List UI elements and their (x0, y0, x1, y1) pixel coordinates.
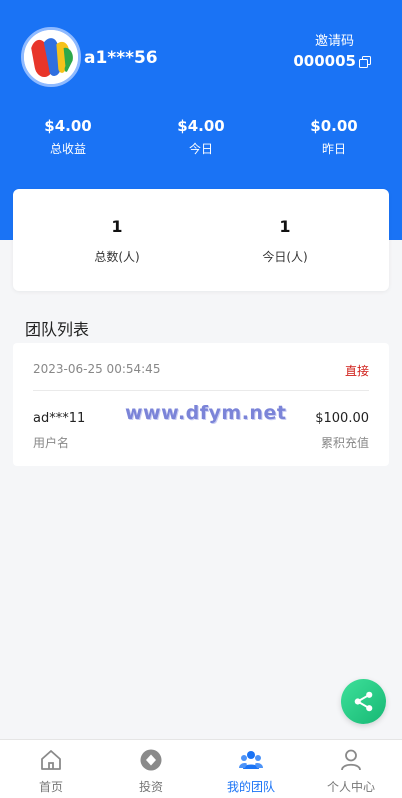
invite-code: 000005 (293, 52, 356, 70)
tab-invest-label: 投资 (138, 780, 163, 794)
team-total-value: 1 (111, 217, 123, 236)
username: a1***56 (84, 48, 158, 68)
share-icon (354, 691, 373, 712)
team-icon (239, 748, 263, 772)
today-earnings-label: 今日 (188, 142, 213, 156)
member-username: ad***11 (33, 411, 86, 426)
total-earnings-label: 总收益 (49, 142, 86, 156)
copy-icon[interactable] (359, 56, 371, 68)
tab-home-label: 首页 (38, 780, 63, 794)
share-button[interactable] (341, 679, 386, 724)
total-earnings-value: $4.00 (44, 117, 92, 135)
team-today-stat: 1 今日(人) (215, 217, 355, 265)
avatar[interactable] (21, 27, 81, 87)
tab-invest[interactable]: 投资 (101, 740, 201, 798)
divider (33, 390, 369, 391)
team-count-card: 1 总数(人) 1 今日(人) (13, 189, 389, 291)
today-earnings-stat: $4.00 今日 (151, 117, 251, 157)
tab-profile[interactable]: 个人中心 (301, 740, 401, 798)
tab-my-team[interactable]: 我的团队 (201, 740, 301, 798)
member-join-time: 2023-06-25 00:54:45 (33, 362, 161, 376)
invest-icon (139, 748, 163, 772)
watermark: www.dfym.net (125, 402, 287, 424)
bottom-tab-bar: 首页 投资 我的团队 个人中心 (0, 739, 402, 798)
yesterday-earnings-stat: $0.00 昨日 (284, 117, 384, 157)
tab-my-team-label: 我的团队 (226, 780, 275, 794)
member-username-label: 用户名 (33, 436, 70, 450)
team-total-label: 总数(人) (94, 250, 140, 264)
today-earnings-value: $4.00 (177, 117, 225, 135)
invite-code-label: 邀请码 (314, 34, 354, 49)
home-icon (39, 748, 63, 772)
yesterday-earnings-label: 昨日 (321, 142, 346, 156)
tab-profile-label: 个人中心 (326, 780, 375, 794)
member-type-badge: 直接 (344, 364, 369, 378)
team-list-title: 团队列表 (25, 320, 90, 339)
avatar-logo-icon (24, 30, 78, 84)
team-today-value: 1 (279, 217, 291, 236)
member-recharge-amount: $100.00 (315, 411, 369, 426)
person-icon (339, 748, 363, 772)
team-today-label: 今日(人) (262, 250, 308, 264)
tab-home[interactable]: 首页 (1, 740, 101, 798)
yesterday-earnings-value: $0.00 (310, 117, 358, 135)
team-total-stat: 1 总数(人) (47, 217, 187, 265)
total-earnings-stat: $4.00 总收益 (18, 117, 118, 157)
member-recharge-label: 累积充值 (320, 436, 369, 450)
